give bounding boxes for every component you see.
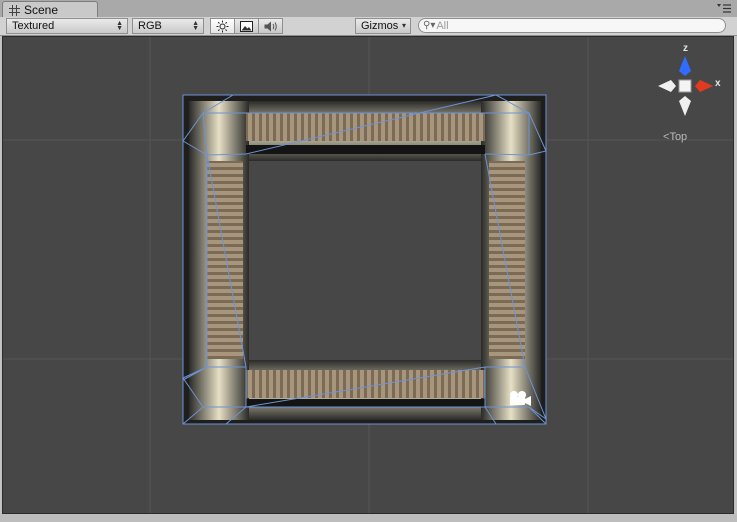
neg-x-axis-cone[interactable] <box>658 80 676 92</box>
render-mode-dropdown[interactable]: Textured ▲ ▼ <box>6 18 128 34</box>
speaker-icon <box>264 21 277 31</box>
x-axis-label: x <box>715 78 721 89</box>
dropdown-arrows-icon: ▲ ▼ <box>192 20 199 32</box>
scene-viewport[interactable]: z x <box>2 36 734 514</box>
channel-value: RGB <box>138 20 162 32</box>
x-axis-cone[interactable] <box>695 80 713 92</box>
window-menu-icon[interactable] <box>717 3 731 14</box>
tab-scene[interactable]: Scene <box>2 1 98 18</box>
scene-window: Scene Textured ▲ ▼ RGB ▲ ▼ Gizmos ▾ ⚲▾ A… <box>0 0 737 522</box>
grid-icon <box>9 4 20 16</box>
search-placeholder: All <box>436 19 449 32</box>
view-label[interactable]: <Top <box>663 131 687 143</box>
sun-icon <box>216 20 229 32</box>
view-name: Top <box>669 131 688 143</box>
orientation-gizmo[interactable] <box>658 56 713 116</box>
bottom-edge <box>0 514 737 522</box>
caret-down-icon: ▾ <box>401 21 406 30</box>
neg-z-axis-cone[interactable] <box>679 96 691 116</box>
gizmos-label: Gizmos <box>361 20 399 32</box>
scene-toolbar: Textured ▲ ▼ RGB ▲ ▼ Gizmos ▾ ⚲▾ All <box>0 17 737 36</box>
search-icon: ⚲▾ <box>423 20 436 31</box>
gizmos-dropdown[interactable]: Gizmos ▾ <box>355 18 411 34</box>
channel-dropdown[interactable]: RGB ▲ ▼ <box>132 18 204 34</box>
center-cube[interactable] <box>678 79 692 93</box>
dropdown-arrows-icon: ▲ ▼ <box>116 20 123 32</box>
audio-toggle[interactable] <box>258 18 283 34</box>
tab-label: Scene <box>24 3 59 17</box>
image-icon <box>240 20 253 32</box>
skybox-toggle[interactable] <box>234 18 259 34</box>
tab-bar: Scene <box>0 0 737 18</box>
lighting-toggle[interactable] <box>210 18 235 34</box>
z-axis-label: z <box>683 43 688 54</box>
corridor-mesh <box>183 95 546 424</box>
render-mode-value: Textured <box>12 20 55 32</box>
search-input[interactable]: ⚲▾ All <box>418 18 726 33</box>
z-axis-cone[interactable] <box>679 56 691 76</box>
scene-canvas <box>3 37 733 513</box>
